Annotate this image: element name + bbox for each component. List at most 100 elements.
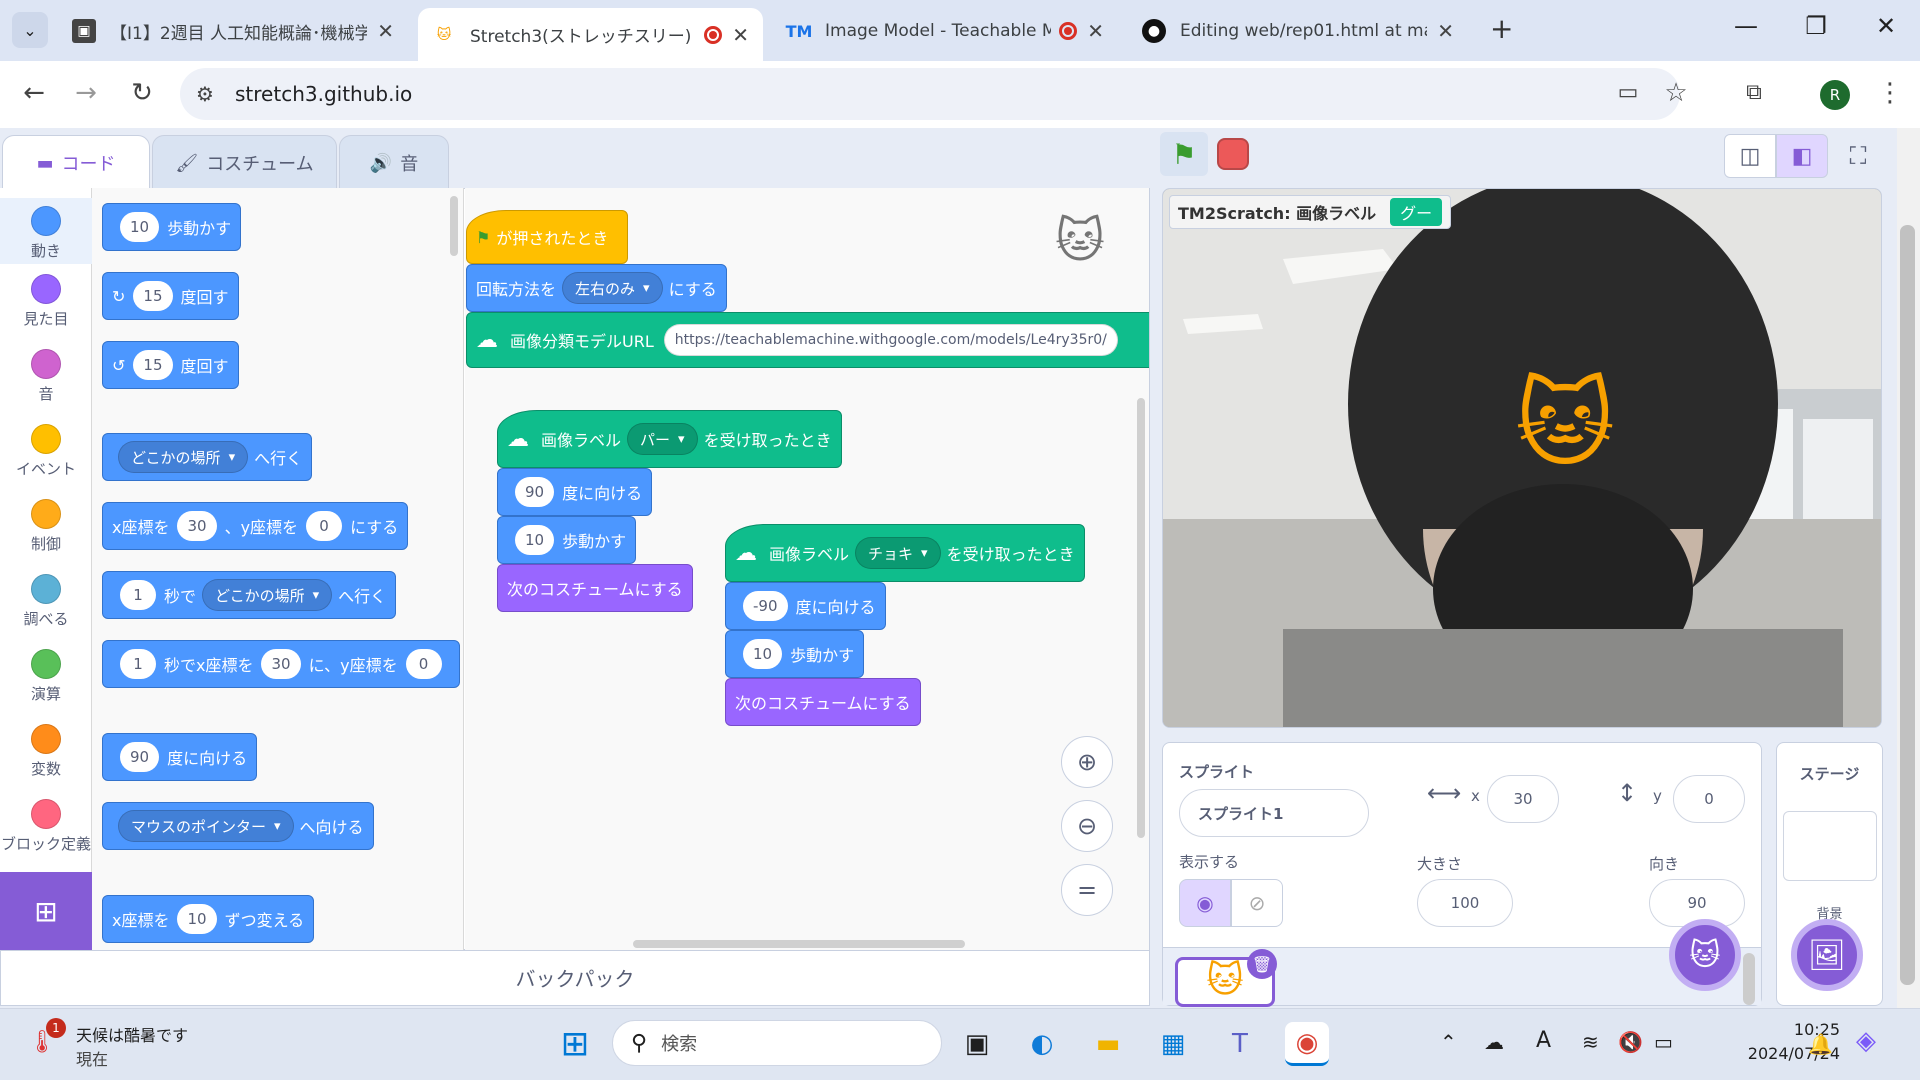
block-point-direction[interactable]: 90 度に向ける [497, 468, 653, 516]
x-input[interactable]: 30 [1487, 775, 1559, 823]
stop-button[interactable] [1217, 138, 1249, 170]
close-tab-icon[interactable]: ✕ [1087, 19, 1104, 43]
palette-scrollbar[interactable] [450, 196, 458, 256]
number-input[interactable]: 15 [133, 350, 173, 380]
category-motion[interactable]: 動き [0, 198, 92, 264]
tab-teachable-machine[interactable]: TM Image Model - Teachable M ✕ [773, 8, 1118, 54]
teams-icon[interactable]: T [1218, 1022, 1262, 1066]
block-change-x[interactable]: x座標を 10 ずつ変える [102, 895, 315, 943]
number-input[interactable]: 15 [133, 281, 173, 311]
block-when-flag-clicked[interactable]: ⚑ が押されたとき [466, 210, 628, 264]
file-explorer-icon[interactable]: ▬ [1086, 1022, 1130, 1066]
close-window-button[interactable]: ✕ [1866, 12, 1906, 40]
block-move-steps[interactable]: 10 歩動かす [102, 203, 242, 251]
tab-costume[interactable]: 🖌 コスチューム [152, 135, 337, 190]
category-looks[interactable]: 見た目 [0, 274, 92, 329]
block-when-label-received-choki[interactable]: ☁ 画像ラベルチョキを受け取ったとき [725, 524, 1085, 582]
goto-dropdown[interactable]: どこかの場所 [118, 441, 249, 473]
url-text[interactable]: stretch3.github.io [235, 82, 412, 106]
stage-canvas[interactable]: TM2Scratch: 画像ラベル グー 🐱 [1162, 188, 1882, 728]
number-input[interactable]: 10 [743, 639, 783, 669]
reload-icon[interactable]: ↻ [122, 78, 162, 108]
zoom-reset-button[interactable]: = [1061, 864, 1113, 916]
number-input[interactable]: 90 [515, 477, 555, 507]
y-input[interactable]: 0 [306, 511, 343, 541]
label-dropdown[interactable]: チョキ [855, 537, 941, 569]
taskbar-search[interactable]: ⚲ 検索 [612, 1020, 942, 1066]
sprite-name-input[interactable]: スプライト1 [1179, 789, 1369, 837]
block-point-direction[interactable]: 90 度に向ける [102, 733, 258, 781]
back-icon[interactable]: ← [14, 78, 54, 108]
zoom-in-button[interactable]: ⊕ [1061, 736, 1113, 788]
category-operators[interactable]: 演算 [0, 649, 92, 704]
block-next-costume[interactable]: 次のコスチュームにする [725, 678, 921, 726]
extensions-icon[interactable]: ⧉ [1734, 80, 1774, 105]
show-visible-button[interactable]: ◉ [1179, 879, 1231, 927]
block-next-costume[interactable]: 次のコスチュームにする [497, 564, 693, 612]
block-point-direction[interactable]: -90 度に向ける [725, 582, 886, 630]
category-variables[interactable]: 変数 [0, 724, 92, 779]
add-extension-button[interactable]: ⊞ [0, 872, 92, 950]
restore-button[interactable]: ❐ [1796, 12, 1836, 40]
block-point-towards[interactable]: マウスのポインターへ向ける [102, 802, 374, 850]
menu-icon[interactable]: ⋮ [1870, 78, 1910, 108]
copilot-icon[interactable]: ◈ [1856, 1026, 1876, 1056]
chevron-up-icon[interactable]: ⌃ [1440, 1030, 1457, 1054]
green-flag-button[interactable]: ⚑ [1160, 132, 1208, 176]
y-input[interactable]: 0 [405, 649, 442, 679]
chrome-icon[interactable]: ◉ [1285, 1022, 1329, 1066]
volume-muted-icon[interactable]: 🔇 [1618, 1030, 1643, 1054]
x-input[interactable]: 30 [177, 511, 217, 541]
site-settings-icon[interactable]: ⚙ [196, 82, 214, 106]
number-input[interactable]: 90 [120, 742, 160, 772]
weather-widget[interactable]: 🌡 1 天候は酷暑です 現在 [28, 1018, 228, 1070]
category-events[interactable]: イベント [0, 424, 92, 479]
backpack[interactable]: バックパック [0, 950, 1150, 1006]
zoom-out-button[interactable]: ⊖ [1061, 800, 1113, 852]
label-dropdown[interactable]: パー [627, 423, 698, 455]
category-my-blocks[interactable]: ブロック定義 [0, 799, 92, 854]
add-backdrop-button[interactable]: 🖼 [1791, 919, 1863, 991]
new-tab-button[interactable]: + [1490, 12, 1513, 45]
small-stage-button[interactable]: ◫ [1724, 134, 1776, 178]
wifi-icon[interactable]: ≋ [1582, 1030, 1599, 1054]
number-input[interactable]: 10 [120, 212, 160, 242]
tab-stretch3[interactable]: 🐱 Stretch3(ストレッチスリー) ✕ [418, 8, 763, 61]
workspace-hscrollbar[interactable] [633, 940, 965, 948]
minimize-button[interactable]: — [1726, 12, 1766, 40]
size-input[interactable]: 100 [1417, 879, 1513, 927]
large-stage-button[interactable]: ◧ [1776, 134, 1828, 178]
glide-dropdown[interactable]: どこかの場所 [202, 579, 333, 611]
workspace-vscrollbar[interactable] [1137, 398, 1145, 838]
network-status-icon[interactable]: ☁ [1484, 1030, 1504, 1054]
edge-icon[interactable]: ◐ [1020, 1022, 1064, 1066]
page-scrollbar-thumb[interactable] [1900, 225, 1915, 985]
block-goto-xy[interactable]: x座標を 30 、y座標を 0 にする [102, 502, 409, 550]
block-glide-xy[interactable]: 1 秒でx座標を 30 に、y座標を 0 [102, 640, 460, 688]
close-tab-icon[interactable]: ✕ [732, 23, 749, 47]
delete-sprite-button[interactable]: 🗑 [1247, 949, 1277, 979]
stage-thumbnail[interactable] [1783, 811, 1877, 881]
tab-teams[interactable]: ▣ 【I1】2週目 人工知能概論･機械学 ✕ [58, 8, 408, 54]
tab-code[interactable]: ▬ コード [2, 135, 150, 190]
block-glide-to[interactable]: 1 秒でどこかの場所へ行く [102, 571, 397, 619]
block-when-label-received-paa[interactable]: ☁ 画像ラベルパーを受け取ったとき [497, 410, 842, 468]
ime-indicator[interactable]: A [1536, 1028, 1551, 1053]
model-url-input[interactable]: https://teachablemachine.withgoogle.com/… [663, 324, 1118, 356]
add-sprite-button[interactable]: 🐱 [1669, 919, 1741, 991]
block-turn-left[interactable]: ↺ 15 度回す [102, 341, 239, 389]
y-input[interactable]: 0 [1673, 775, 1745, 823]
category-control[interactable]: 制御 [0, 499, 92, 554]
notifications-bell-icon[interactable]: 🔔 [1808, 1032, 1833, 1056]
profile-avatar[interactable]: R [1820, 80, 1850, 110]
block-move-steps[interactable]: 10 歩動かす [497, 516, 637, 564]
fullscreen-button[interactable]: ⛶ [1836, 134, 1880, 178]
bookmark-star-icon[interactable]: ☆ [1656, 78, 1696, 108]
category-sensing[interactable]: 調べる [0, 574, 92, 629]
battery-icon[interactable]: ▭ [1654, 1030, 1673, 1054]
block-turn-right[interactable]: ↻ 15 度回す [102, 272, 239, 320]
store-icon[interactable]: ▦ [1151, 1022, 1195, 1066]
x-input[interactable]: 30 [261, 649, 301, 679]
block-move-steps[interactable]: 10 歩動かす [725, 630, 865, 678]
close-tab-icon[interactable]: ✕ [1437, 19, 1454, 43]
